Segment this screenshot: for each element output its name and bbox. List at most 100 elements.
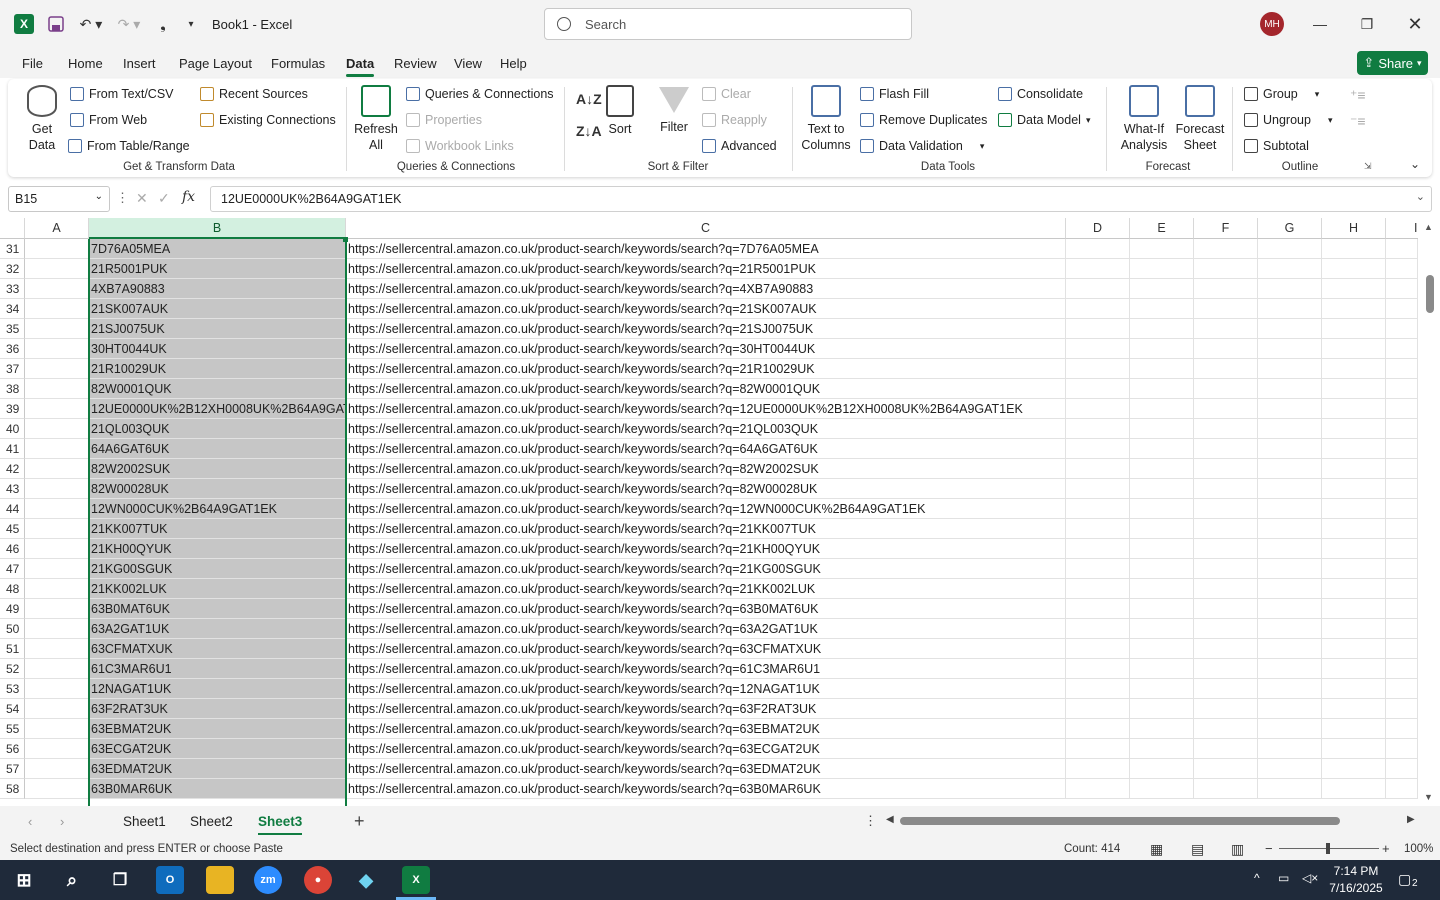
clock-date[interactable]: 7/16/2025 [1326,881,1386,895]
cell-empty[interactable] [1386,379,1418,399]
cell-empty[interactable] [1258,559,1322,579]
tab-insert[interactable]: Insert [123,56,156,71]
row-header[interactable]: 35 [0,319,25,339]
scroll-down-icon[interactable]: ▼ [1424,792,1433,802]
outlook-icon[interactable]: O [156,866,184,894]
cell-empty[interactable] [1258,679,1322,699]
tab-data[interactable]: Data [346,56,375,77]
cell-empty[interactable] [1258,459,1322,479]
cell-empty[interactable] [1130,719,1194,739]
cell-empty[interactable] [1066,299,1130,319]
cell-empty[interactable] [1194,339,1258,359]
cell-empty[interactable] [1130,599,1194,619]
filter-button[interactable]: Filter [654,85,694,135]
cell-empty[interactable] [1194,559,1258,579]
cell-b[interactable]: 21KK007TUK [89,519,346,539]
cell-c[interactable]: https://sellercentral.amazon.co.uk/produ… [346,779,1066,799]
row-header[interactable]: 47 [0,559,25,579]
sheet-tab-3[interactable]: Sheet3 [258,814,303,835]
cell-empty[interactable] [1322,299,1386,319]
cell-empty[interactable] [1130,639,1194,659]
sheet-tab-2[interactable]: Sheet2 [190,814,233,829]
cell-empty[interactable] [1130,339,1194,359]
add-sheet-icon[interactable]: + [354,811,365,832]
cell-empty[interactable] [1194,739,1258,759]
horizontal-scroll-thumb[interactable] [900,817,1340,825]
cell-empty[interactable] [1258,579,1322,599]
tab-help[interactable]: Help [500,56,527,71]
cell-b[interactable]: 63A2GAT1UK [89,619,346,639]
cell-empty[interactable] [1258,499,1322,519]
cell-empty[interactable] [1386,699,1418,719]
cell-a[interactable] [25,519,89,539]
row-header[interactable]: 51 [0,639,25,659]
row-header[interactable]: 38 [0,379,25,399]
column-header-d[interactable]: D [1066,218,1130,239]
cell-b[interactable]: 4XB7A90883 [89,279,346,299]
cell-empty[interactable] [1066,319,1130,339]
customize-toolbar-icon[interactable]: ▾ [182,14,200,34]
cell-empty[interactable] [1066,679,1130,699]
cell-a[interactable] [25,699,89,719]
row-header[interactable]: 50 [0,619,25,639]
what-if-analysis-button[interactable]: What-If Analysis [1118,85,1170,153]
cell-empty[interactable] [1322,379,1386,399]
tab-file[interactable]: File [22,56,43,71]
cell-empty[interactable] [1258,379,1322,399]
cell-empty[interactable] [1386,539,1418,559]
next-sheet-icon[interactable]: › [60,814,64,829]
cell-empty[interactable] [1066,599,1130,619]
cell-empty[interactable] [1322,479,1386,499]
page-break-view-icon[interactable]: ▥ [1231,841,1244,858]
column-header-e[interactable]: E [1130,218,1194,239]
cell-b[interactable]: 64A6GAT6UK [89,439,346,459]
cell-empty[interactable] [1322,599,1386,619]
cell-empty[interactable] [1066,779,1130,799]
cell-empty[interactable] [1386,639,1418,659]
cell-empty[interactable] [1258,519,1322,539]
workbook-links-button[interactable]: Workbook Links [406,139,514,153]
row-header[interactable]: 44 [0,499,25,519]
cell-a[interactable] [25,239,89,259]
clock-time[interactable]: 7:14 PM [1328,864,1384,878]
cell-a[interactable] [25,579,89,599]
cell-empty[interactable] [1386,479,1418,499]
cell-empty[interactable] [1386,679,1418,699]
formula-input[interactable]: 12UE0000UK%2B64A9GAT1EK ⌄ [210,186,1432,212]
cell-empty[interactable] [1258,479,1322,499]
cell-empty[interactable] [1194,319,1258,339]
cell-empty[interactable] [1130,459,1194,479]
cell-empty[interactable] [1130,519,1194,539]
cell-empty[interactable] [1066,399,1130,419]
cell-empty[interactable] [1258,699,1322,719]
cell-b[interactable]: 63CFMATXUK [89,639,346,659]
row-header[interactable]: 43 [0,479,25,499]
cell-empty[interactable] [1322,279,1386,299]
cell-a[interactable] [25,379,89,399]
show-detail-icon[interactable]: ⁺≡ [1350,87,1366,104]
cell-empty[interactable] [1258,599,1322,619]
cell-empty[interactable] [1322,439,1386,459]
cell-empty[interactable] [1386,239,1418,259]
cell-empty[interactable] [1258,339,1322,359]
cell-empty[interactable] [1322,579,1386,599]
cell-empty[interactable] [1066,279,1130,299]
row-header[interactable]: 58 [0,779,25,799]
sort-button[interactable]: Sort [602,85,638,137]
restore-icon[interactable]: ❐ [1344,10,1390,38]
cell-c[interactable]: https://sellercentral.amazon.co.uk/produ… [346,719,1066,739]
enter-icon[interactable]: ✓ [158,190,170,207]
collapse-ribbon-icon[interactable]: ⌄ [1410,157,1420,171]
cell-empty[interactable] [1258,759,1322,779]
cell-empty[interactable] [1130,479,1194,499]
cell-b[interactable]: 12WN000CUK%2B64A9GAT1EK [89,499,346,519]
vertical-scroll-thumb[interactable] [1426,275,1434,313]
cell-c[interactable]: https://sellercentral.amazon.co.uk/produ… [346,519,1066,539]
cell-empty[interactable] [1130,659,1194,679]
cell-empty[interactable] [1194,259,1258,279]
cell-empty[interactable] [1194,239,1258,259]
cell-b[interactable]: 21KH00QYUK [89,539,346,559]
cell-empty[interactable] [1194,439,1258,459]
select-all-corner[interactable] [0,218,25,239]
row-header[interactable]: 55 [0,719,25,739]
